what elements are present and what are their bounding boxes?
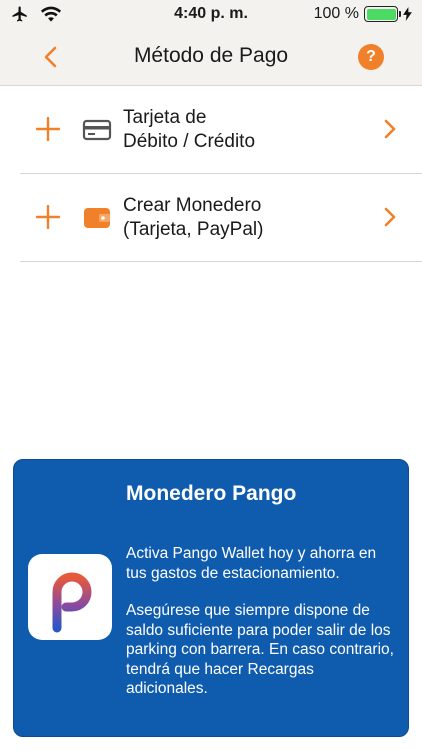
help-button[interactable]: ? (358, 44, 384, 70)
option-wallet-label: Crear Monedero (Tarjeta, PayPal) (123, 194, 263, 242)
plus-icon (36, 117, 60, 141)
option-wallet[interactable]: Crear Monedero (Tarjeta, PayPal) (20, 174, 422, 262)
pango-logo-icon (28, 554, 112, 640)
payment-options-list: Tarjeta de Débito / Crédito Crear Monede… (20, 86, 422, 262)
credit-card-icon (82, 119, 112, 141)
pango-logo-graphic (52, 572, 92, 633)
option-wallet-line1: Crear Monedero (123, 195, 262, 216)
chevron-right-icon (384, 207, 396, 227)
payment-method-screen: 4:40 p. m. 100 % Método de Pago ? Tarjet… (0, 0, 422, 750)
option-wallet-line2: (Tarjeta, PayPal) (123, 219, 264, 240)
pango-wallet-promo-card[interactable]: Monedero Pango Activa Pango Wallet hoy y… (13, 459, 409, 737)
charging-icon (403, 7, 412, 21)
status-right: 100 % (314, 5, 412, 23)
battery-icon (364, 6, 401, 22)
promo-paragraph-2: Asegúrese que siempre dispone de saldo s… (126, 602, 394, 697)
option-card-line2: Débito / Crédito (123, 131, 256, 152)
status-bar: 4:40 p. m. 100 % (0, 0, 422, 30)
nav-bar: Método de Pago ? (0, 30, 422, 86)
wallet-icon (84, 208, 110, 228)
help-icon: ? (366, 48, 376, 65)
plus-icon (36, 205, 60, 229)
promo-paragraph-1: Activa Pango Wallet hoy y ahorra en tus … (126, 545, 377, 582)
promo-title: Monedero Pango (126, 482, 297, 505)
option-card[interactable]: Tarjeta de Débito / Crédito (20, 86, 422, 174)
option-card-label: Tarjeta de Débito / Crédito (123, 106, 255, 154)
battery-level (366, 8, 396, 20)
option-card-line1: Tarjeta de (123, 107, 207, 128)
chevron-right-icon (384, 119, 396, 139)
battery-percent: 100 % (313, 5, 359, 22)
